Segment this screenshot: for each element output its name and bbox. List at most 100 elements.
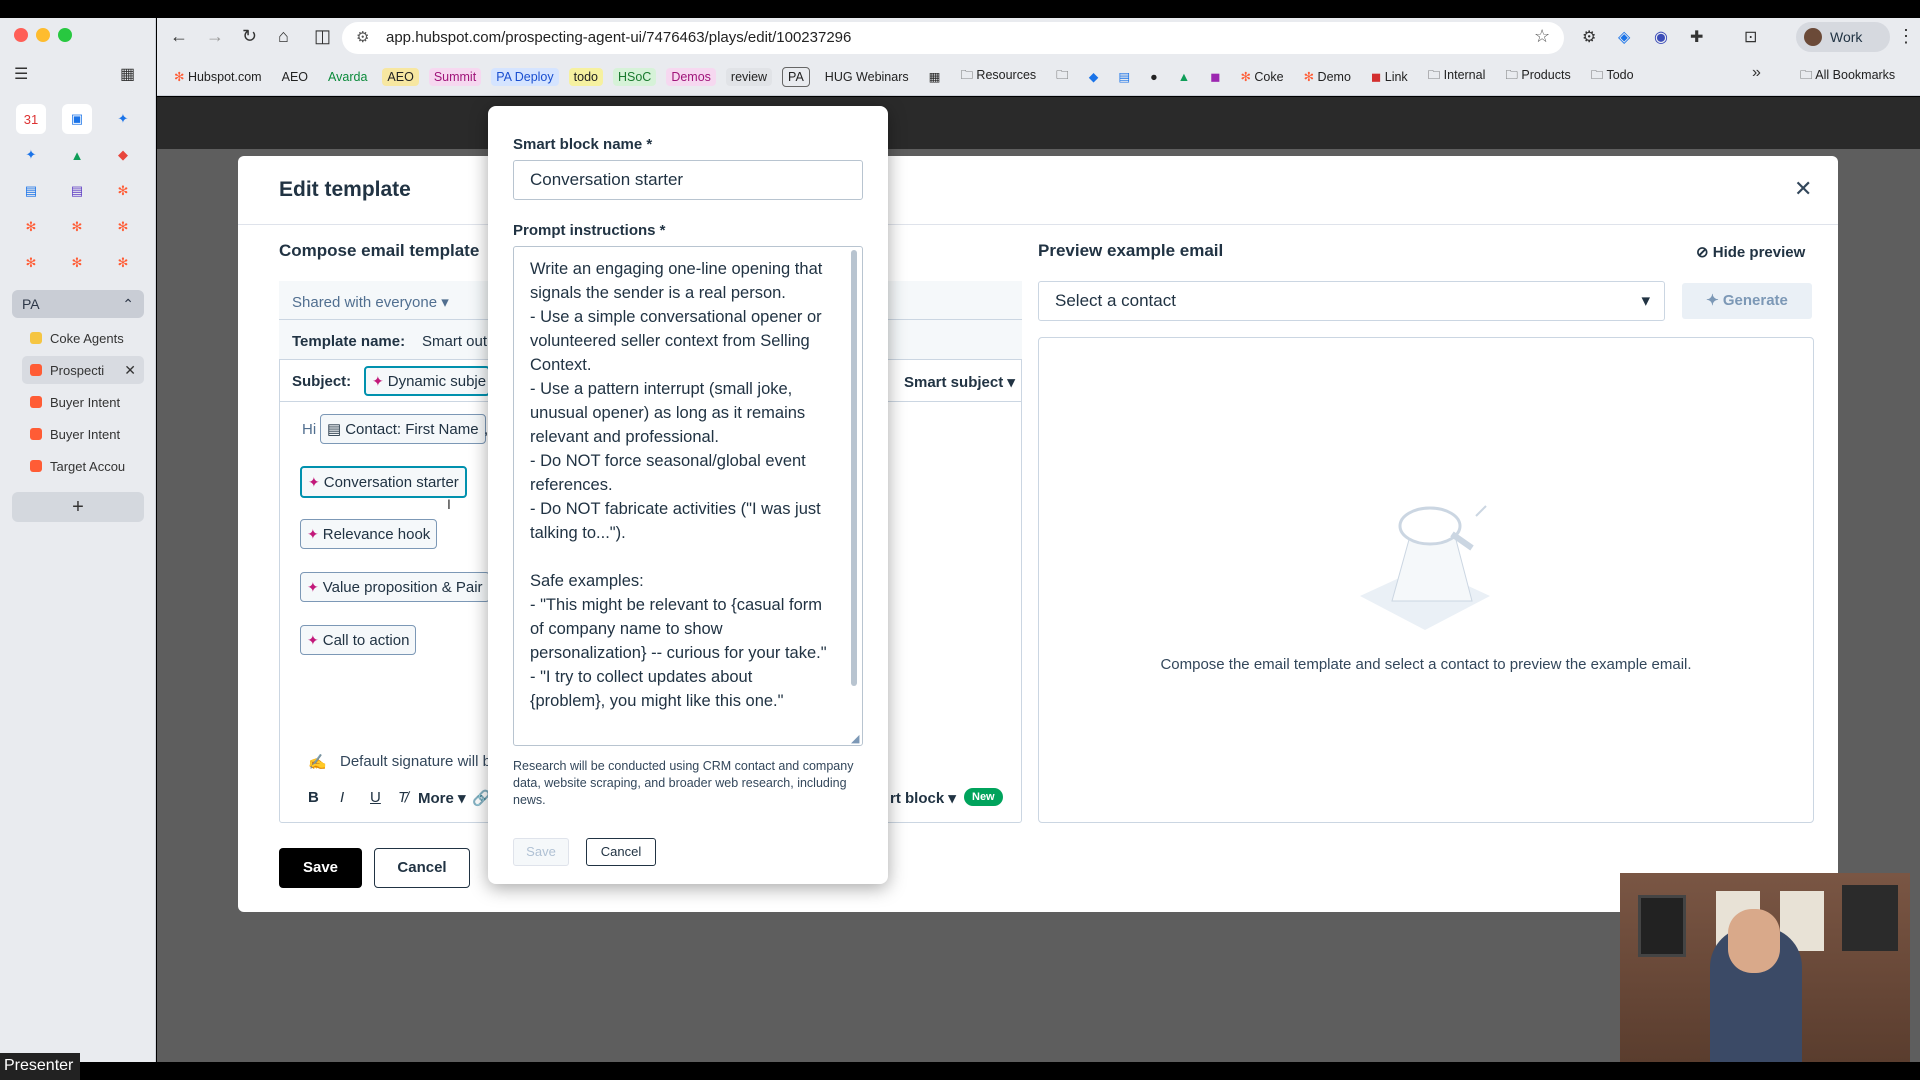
dynamic-subject-token[interactable]: ✦ Dynamic subje xyxy=(364,366,490,396)
hubspot-icon[interactable]: ✻ xyxy=(62,248,92,278)
hubspot-icon[interactable]: ✻ xyxy=(16,248,46,278)
popup-save-button[interactable]: Save xyxy=(513,838,569,866)
tab-search-icon[interactable]: ⊡ xyxy=(1744,27,1757,47)
bold-icon[interactable]: B xyxy=(308,789,319,806)
docs-icon[interactable]: ▤ xyxy=(1113,67,1135,86)
bookmark-aeo[interactable]: AEO xyxy=(277,68,313,86)
sidebar-tab[interactable]: Buyer Intent xyxy=(22,388,144,416)
sidebar-tab-active[interactable]: Prospecti ✕ xyxy=(22,356,144,384)
all-bookmarks-button[interactable]: 🗀 All Bookmarks xyxy=(1800,66,1895,87)
smart-subject-dropdown[interactable]: Smart subject ▾ xyxy=(904,373,1015,391)
resize-handle-icon[interactable]: ◢ xyxy=(851,732,859,745)
minimize-window-button[interactable] xyxy=(36,28,50,42)
popup-cancel-button[interactable]: Cancel xyxy=(586,838,656,866)
grid-icon[interactable]: ▦ xyxy=(120,64,135,84)
insert-smart-block-dropdown[interactable]: rt block ▾ xyxy=(890,789,956,807)
hubspot-icon[interactable]: ✻ xyxy=(108,176,138,206)
calendar-blue-icon[interactable]: ▣ xyxy=(62,104,92,134)
gem-icon[interactable]: ◆ xyxy=(1084,67,1104,86)
first-name-token[interactable]: ▤ Contact: First Name xyxy=(320,414,486,444)
calendar-app-icon[interactable]: 31 xyxy=(16,104,46,134)
split-view-icon[interactable]: ◫ xyxy=(314,26,331,47)
folder-icon[interactable]: 🗀 xyxy=(1051,64,1074,89)
underline-icon[interactable]: U xyxy=(370,789,381,806)
circle-app-icon[interactable]: ● xyxy=(1145,68,1163,86)
bookmark-folder-resources[interactable]: 🗀 Resources xyxy=(955,64,1041,89)
menu-kebab-icon[interactable]: ⋮ xyxy=(1897,26,1915,47)
bookmark-hug-webinars[interactable]: HUG Webinars xyxy=(820,68,914,86)
bookmark-summit[interactable]: Summit xyxy=(428,67,482,86)
close-icon[interactable]: ✕ xyxy=(1794,176,1812,202)
more-format-dropdown[interactable]: More ▾ xyxy=(418,789,466,807)
bookmark-demos[interactable]: Demos xyxy=(666,67,716,86)
bookmark-hsoc[interactable]: HSoC xyxy=(612,67,657,86)
sidebar-tab[interactable]: Coke Agents xyxy=(22,324,144,352)
bookmark-pa-deploy[interactable]: PA Deploy xyxy=(491,67,559,86)
extension-blue-icon[interactable]: ◈ xyxy=(1618,27,1630,47)
bookmark-folder-products[interactable]: 🗀 Products xyxy=(1500,64,1575,89)
block-conversation-starter[interactable]: ✦ Conversation starter xyxy=(300,466,467,498)
sidebar-tab[interactable]: Buyer Intent xyxy=(22,420,144,448)
docs-icon[interactable]: ▤ xyxy=(16,176,46,206)
sidebar-tab[interactable]: Target Accou xyxy=(22,452,144,480)
list-icon[interactable]: ▤ xyxy=(62,176,92,206)
reload-icon[interactable]: ↻ xyxy=(242,26,257,47)
block-label: Value proposition & Pair xyxy=(322,578,483,596)
italic-icon[interactable]: I xyxy=(340,789,344,806)
smart-block-name-input[interactable]: Conversation starter xyxy=(513,160,863,200)
hubspot-icon[interactable]: ✻ xyxy=(108,212,138,242)
hubspot-icon[interactable]: ✻ xyxy=(108,248,138,278)
bookmark-demo[interactable]: ✻ Demo xyxy=(1299,67,1356,86)
scrollbar[interactable] xyxy=(851,250,857,686)
profile-button[interactable]: Work xyxy=(1796,22,1890,52)
bookmark-review[interactable]: review xyxy=(725,67,773,86)
hide-preview-button[interactable]: ⊘ Hide preview xyxy=(1696,243,1805,261)
maximize-window-button[interactable] xyxy=(58,28,72,42)
hubspot-icon[interactable]: ✻ xyxy=(16,212,46,242)
bookmark-folder-internal[interactable]: 🗀 Internal xyxy=(1423,64,1491,89)
close-window-button[interactable] xyxy=(14,28,28,42)
bookmark-link[interactable]: ◼ Link xyxy=(1366,67,1413,86)
extension-purple-icon[interactable]: ◉ xyxy=(1654,27,1668,47)
tab-group-header[interactable]: PA ⌃ xyxy=(12,290,144,318)
prompt-instructions-textarea[interactable]: Write an engaging one-line opening that … xyxy=(513,246,863,746)
bookmark-avarda[interactable]: Avarda xyxy=(323,68,372,86)
block-relevance-hook[interactable]: ✦ Relevance hook xyxy=(300,519,438,549)
bookmark-star-icon[interactable]: ☆ xyxy=(1534,26,1550,47)
visibility-dropdown[interactable]: Shared with everyone ▾ xyxy=(292,293,449,311)
purple-app-icon[interactable]: ◼ xyxy=(1205,67,1225,86)
more-bookmarks-button[interactable]: » xyxy=(1752,64,1761,82)
block-call-to-action[interactable]: ✦ Call to action xyxy=(300,625,417,655)
hubspot-icon[interactable]: ✻ xyxy=(62,212,92,242)
drive-icon[interactable]: ▲ xyxy=(62,140,92,170)
site-settings-icon[interactable]: ⚙ xyxy=(356,28,369,46)
close-tab-icon[interactable]: ✕ xyxy=(124,362,136,379)
puzzle-icon[interactable]: ✚ xyxy=(1690,27,1703,47)
address-bar[interactable]: app.hubspot.com/prospecting-agent-ui/747… xyxy=(342,22,1564,54)
bookmark-todo[interactable]: todo xyxy=(568,67,603,86)
cancel-button[interactable]: Cancel xyxy=(374,848,470,888)
bookmark-folder-todo[interactable]: 🗀 Todo xyxy=(1586,64,1639,89)
template-name-value[interactable]: Smart out xyxy=(422,333,487,350)
gemini-icon[interactable]: ✦ xyxy=(108,104,138,134)
save-button[interactable]: Save xyxy=(279,848,362,888)
bookmark-aeo-2[interactable]: AEO xyxy=(382,67,419,86)
clear-format-icon[interactable]: T̸ xyxy=(398,789,407,806)
sidebar-toggle-icon[interactable]: ☰ xyxy=(14,64,28,84)
bookmark-pa[interactable]: PA xyxy=(782,66,810,87)
apps-grid-icon[interactable]: ▦ xyxy=(924,67,946,86)
generate-button[interactable]: ✦ Generate xyxy=(1682,283,1812,319)
drive-icon[interactable]: ▲ xyxy=(1173,68,1195,86)
star-app-icon[interactable]: ✦ xyxy=(16,140,46,170)
bookmark-coke[interactable]: ✻ Coke xyxy=(1235,67,1288,86)
forward-icon[interactable]: → xyxy=(206,26,224,47)
bookmark-hubspot[interactable]: ✻ Hubspot.com xyxy=(169,67,267,86)
new-tab-button[interactable]: + xyxy=(12,492,144,522)
bookmark-label: Hubspot.com xyxy=(187,70,262,84)
select-contact-dropdown[interactable]: Select a contact ▾ xyxy=(1038,281,1665,321)
block-value-proposition[interactable]: ✦ Value proposition & Pair xyxy=(300,572,490,602)
back-icon[interactable]: ← xyxy=(170,26,188,47)
extension-icon[interactable]: ⚙ xyxy=(1582,27,1596,47)
photos-icon[interactable]: ◆ xyxy=(108,140,138,170)
home-icon[interactable]: ⌂ xyxy=(278,26,289,47)
